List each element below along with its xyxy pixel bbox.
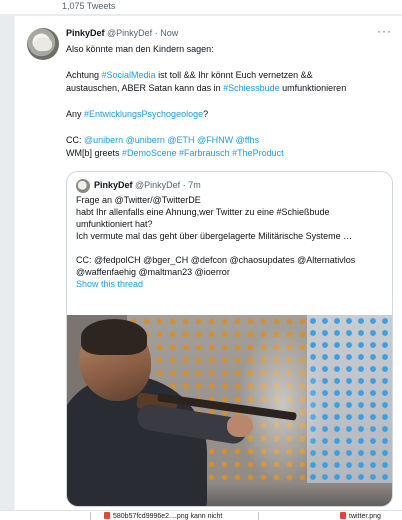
tweet-line: CC: @unibern @unibern @ETH @FHNW @ffhs [66, 135, 260, 145]
tweet-line: Achtung #SocialMedia ist toll && Ihr kön… [66, 70, 313, 80]
quoted-line: Ich vermute mal das geht über übergelage… [76, 231, 353, 241]
author-name[interactable]: PinkyDef [66, 28, 105, 38]
download-separator [90, 512, 91, 520]
show-thread-link[interactable]: Show this thread [76, 278, 388, 290]
author-handle[interactable]: @PinkyDef [107, 28, 152, 38]
quoted-line: @waffenfaehig @maltman23 @ioerror [76, 267, 230, 277]
tweet-count: 1,075 Tweets [62, 1, 116, 11]
hashtag-links[interactable]: #DemoScene #Farbrausch #TheProduct [122, 148, 284, 158]
image-file-icon [340, 512, 346, 519]
shooter-hand [227, 415, 253, 437]
quoted-tweet-header: PinkyDef @PinkyDef · 7m [94, 180, 201, 190]
tweet-header: PinkyDef @PinkyDef · Now [66, 28, 178, 38]
file-warning-icon [104, 512, 110, 519]
quoted-author-name: PinkyDef [94, 180, 133, 190]
quoted-line: habt Ihr allenfalls eine Ahnung,wer Twit… [76, 207, 330, 217]
tweet-text: Also könnte man den Kindern sagen: Achtu… [66, 43, 386, 160]
hashtag-link[interactable]: #Schiessbude [223, 83, 280, 93]
tweet-line: Also könnte man den Kindern sagen: [66, 44, 214, 54]
quoted-line: CC: @fedpolCH @bger_CH @defcon @chaosupd… [76, 255, 356, 265]
more-dots-icon[interactable]: ··· [377, 24, 392, 38]
quoted-tweet-image[interactable] [67, 315, 392, 506]
quoted-author-avatar [76, 179, 90, 193]
hashtag-link[interactable]: #SocialMedia [102, 70, 156, 80]
tweet-line: Any #EntwicklungsPsychogeologe? [66, 109, 209, 119]
quoted-line: Frage an @Twitter/@TwitterDE [76, 195, 201, 205]
download-bar: 580b57fcd9996e2....png kann nicht twitte… [0, 510, 402, 520]
quoted-tweet-time: · 7m [182, 180, 201, 190]
tweet-time[interactable]: · Now [155, 28, 179, 38]
tweet-line: WM[b] greets #DemoScene #Farbrausch #The… [66, 148, 284, 158]
page: 1,075 Tweets PinkyDef @PinkyDef · Now ··… [0, 0, 402, 520]
download-item[interactable]: twitter.png [340, 512, 381, 520]
author-avatar[interactable] [27, 28, 59, 60]
light-glow [237, 325, 327, 485]
download-item[interactable]: 580b57fcd9996e2....png kann nicht [104, 512, 222, 520]
quoted-tweet-text: Frage an @Twitter/@TwitterDE habt Ihr al… [76, 194, 388, 290]
download-separator [258, 512, 259, 520]
profile-header-strip: 1,075 Tweets [0, 0, 402, 14]
quoted-line: umfunktioniert hat? [76, 219, 153, 229]
tweet-card[interactable]: PinkyDef @PinkyDef · Now ··· Also könnte… [14, 16, 402, 510]
shooter-hair [81, 319, 147, 355]
hashtag-link[interactable]: #EntwicklungsPsychogeologe [84, 109, 203, 119]
quoted-tweet[interactable]: PinkyDef @PinkyDef · 7m Frage an @Twitte… [66, 171, 393, 507]
quoted-author-handle: @PinkyDef [135, 180, 181, 190]
mention-links[interactable]: @unibern @unibern @ETH @FHNW @ffhs [84, 135, 259, 145]
tweet-line: austauschen, ABER Satan kann das in #Sch… [66, 83, 347, 93]
